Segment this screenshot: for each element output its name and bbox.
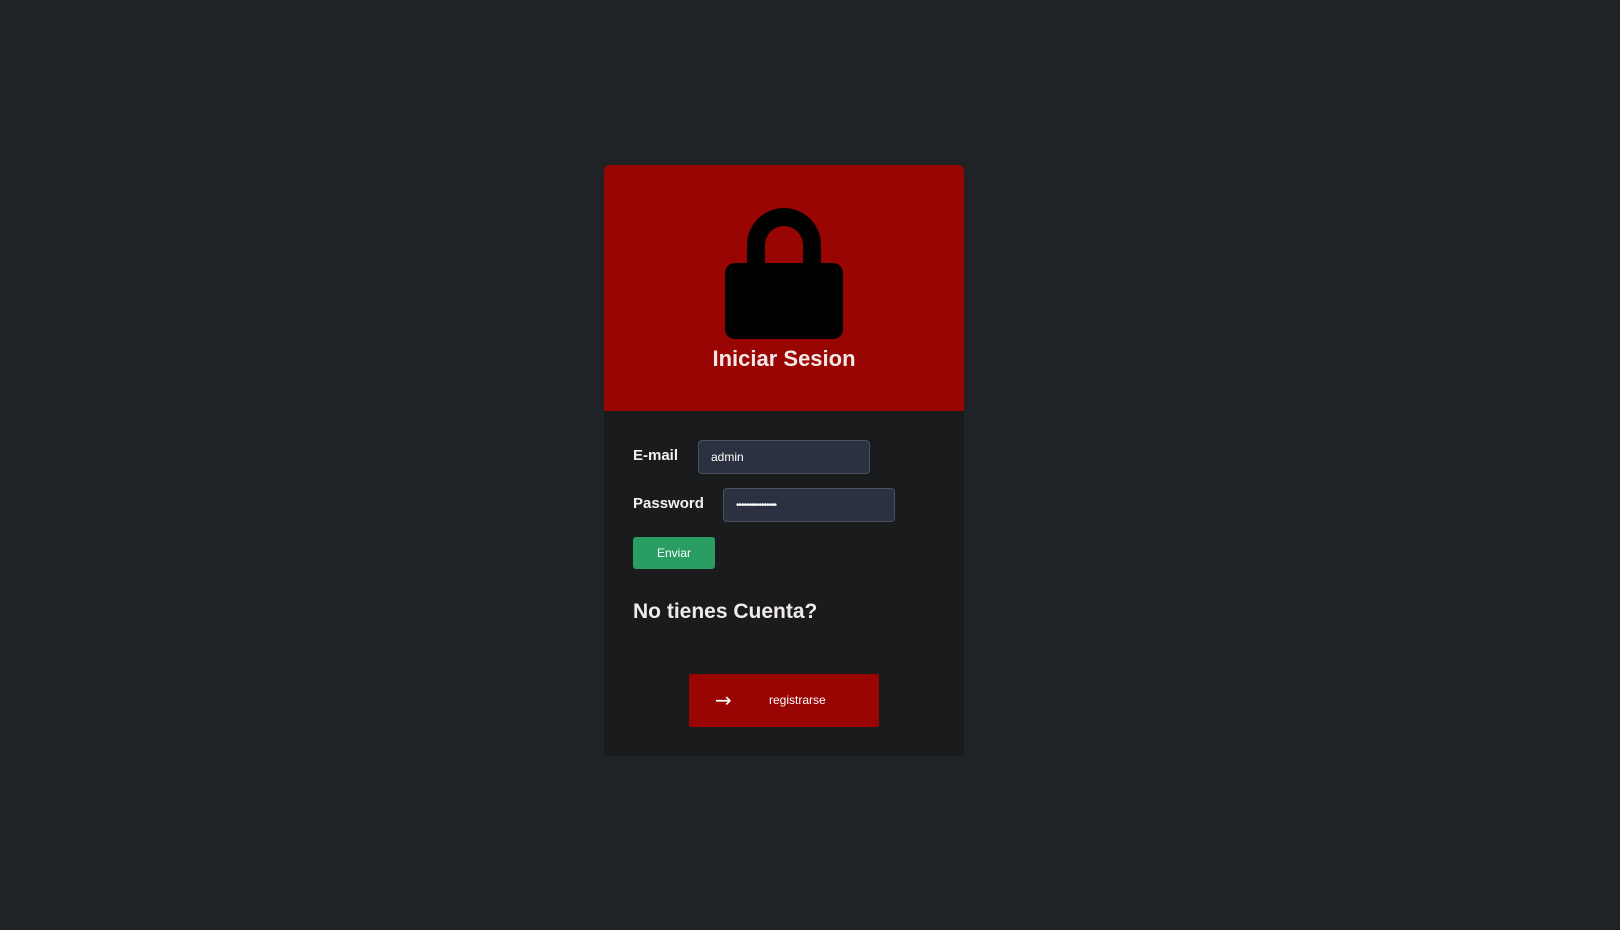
arrow-right-icon: → [715,688,732,712]
card-header: Iniciar Sesion [604,165,964,411]
email-label: E-mail [633,447,679,464]
page-title: Iniciar Sesion [712,346,856,371]
password-field[interactable] [723,488,895,522]
login-card: Iniciar Sesion E-mail Password Enviar No… [604,165,964,756]
register-button[interactable]: → registrarse [689,674,879,727]
email-field[interactable] [698,440,870,474]
register-label: registrarse [769,693,826,707]
no-account-heading: No tienes Cuenta? [633,600,818,623]
lock-icon [725,208,843,339]
submit-button[interactable]: Enviar [633,537,715,569]
password-label: Password [633,495,704,512]
